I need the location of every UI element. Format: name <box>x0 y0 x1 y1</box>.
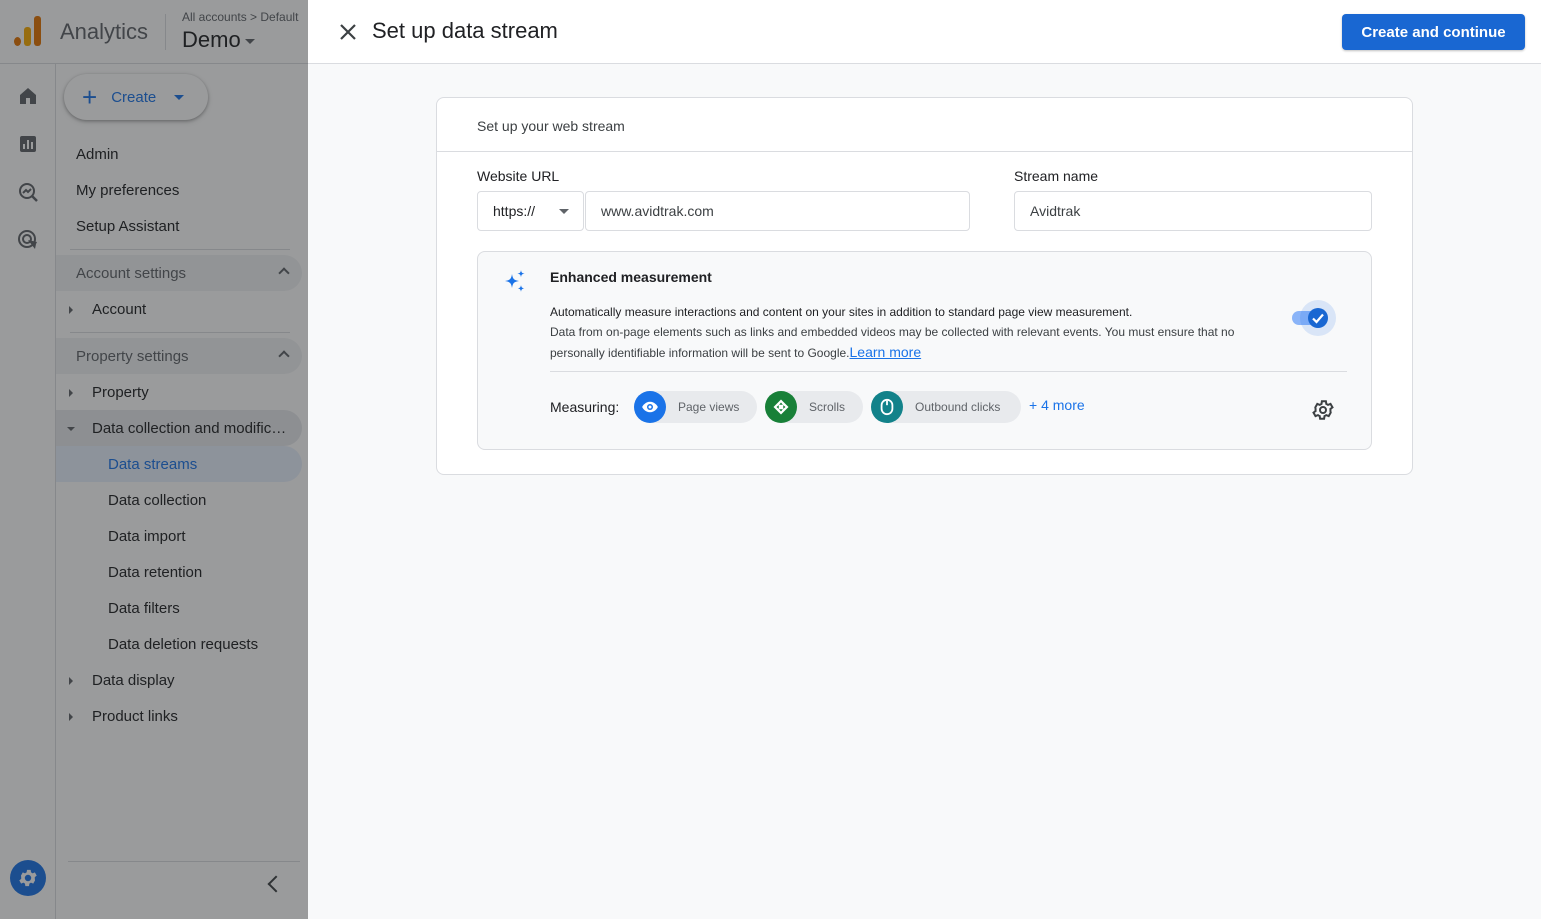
panel-header: Set up data stream Create and continue <box>308 0 1541 64</box>
card-title: Set up your web stream <box>477 118 625 134</box>
stream-name-input[interactable] <box>1014 191 1372 231</box>
website-url-label: Website URL <box>477 168 560 184</box>
more-measurements-link[interactable]: + 4 more <box>1029 397 1085 413</box>
card-divider <box>437 151 1412 152</box>
web-stream-card: Set up your web stream Website URL https… <box>436 97 1413 475</box>
enhanced-measurement-description: Data from on-page elements such as links… <box>550 325 1235 360</box>
website-url-input[interactable] <box>585 191 970 231</box>
enhanced-measurement-summary: Automatically measure interactions and c… <box>550 305 1133 319</box>
scroll-icon <box>765 391 797 423</box>
enhanced-measurement-toggle[interactable] <box>1290 300 1338 336</box>
measuring-label: Measuring: <box>550 399 620 415</box>
page-views-chip[interactable]: Page views <box>634 391 757 423</box>
stream-name-label: Stream name <box>1014 168 1099 184</box>
scrolls-chip[interactable]: Scrolls <box>765 391 863 423</box>
panel-title: Set up data stream <box>372 18 558 43</box>
protocol-select[interactable]: https:// <box>477 191 584 231</box>
enhanced-measurement-box: Enhanced measurement Automatically measu… <box>477 251 1372 450</box>
toggle-thumb <box>1308 308 1328 328</box>
close-icon[interactable] <box>336 20 360 44</box>
mouse-icon <box>871 391 903 423</box>
create-and-continue-button[interactable]: Create and continue <box>1342 14 1525 50</box>
checkmark-icon <box>1312 313 1324 324</box>
learn-more-link[interactable]: Learn more <box>850 344 922 360</box>
outbound-clicks-chip[interactable]: Outbound clicks <box>871 391 1021 423</box>
enhanced-measurement-title: Enhanced measurement <box>550 269 712 285</box>
setup-data-stream-panel: Set up data stream Create and continue S… <box>308 0 1541 919</box>
enhanced-measurement-divider <box>550 371 1347 372</box>
eye-icon <box>634 391 666 423</box>
settings-gear-icon[interactable] <box>1311 398 1335 422</box>
sparkle-icon <box>505 270 525 292</box>
protocol-value: https:// <box>493 203 536 219</box>
dropdown-arrow-icon <box>559 209 569 214</box>
